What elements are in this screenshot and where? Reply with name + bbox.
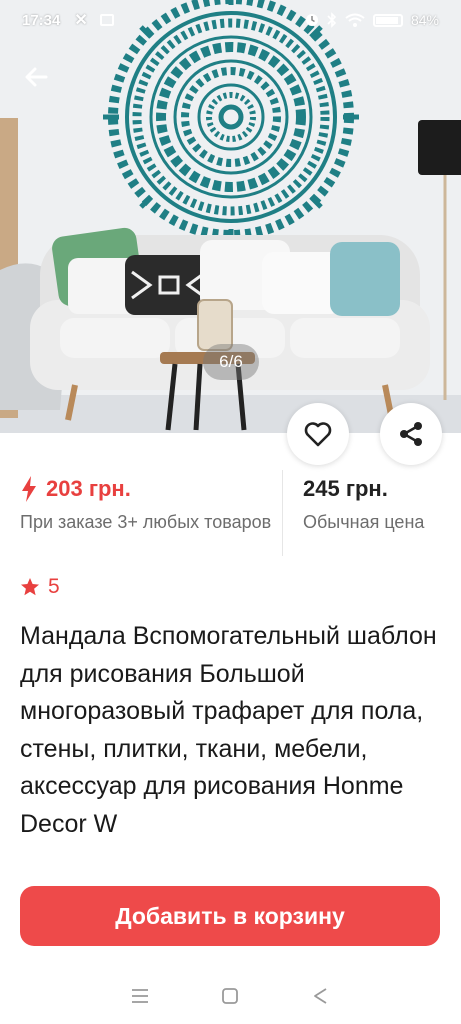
deal-price: 203 грн.: [20, 470, 282, 508]
status-right: 84%: [305, 12, 439, 28]
status-bar: 17:34 ✕ 84%: [0, 0, 461, 40]
product-page: 17:34 ✕ 84% 6/6 203 грн. При заказе 3+ л…: [0, 0, 461, 1024]
back-button[interactable]: [22, 62, 52, 92]
arrow-left-icon: [25, 67, 48, 87]
regular-price-value: 245 грн.: [303, 476, 388, 501]
status-time: 17:34: [22, 11, 61, 29]
regular-price-note: Обычная цена: [303, 512, 425, 532]
share-button[interactable]: [380, 403, 442, 465]
message-notification-icon: [99, 14, 114, 26]
add-to-cart-button[interactable]: Добавить в корзину: [20, 886, 440, 946]
heart-icon: [304, 422, 332, 447]
price-divider: [282, 470, 283, 556]
home-button[interactable]: [215, 981, 245, 1011]
favorite-button[interactable]: [287, 403, 349, 465]
deal-price-note: При заказе 3+ любых товаров: [20, 512, 272, 532]
lightning-icon: [22, 476, 36, 502]
product-title: Мандала Вспомогательный шаблон для рисов…: [20, 622, 437, 838]
star-icon: [21, 578, 39, 596]
rating[interactable]: 5: [20, 575, 60, 599]
regular-price-block: 245 грн. Обычная цена: [303, 470, 424, 535]
system-navigation-bar: [0, 968, 461, 1024]
menu-icon: [132, 989, 149, 1003]
price-section: 203 грн. При заказе 3+ любых товаров 245…: [0, 470, 461, 562]
bluetooth-icon: [327, 12, 337, 28]
rating-value: 5: [48, 575, 60, 598]
back-triangle-icon: [313, 988, 327, 1004]
wifi-icon: [345, 13, 365, 27]
share-icon: [400, 422, 422, 446]
deal-price-value: 203 грн.: [46, 476, 131, 501]
deal-price-block: 203 грн. При заказе 3+ любых товаров: [20, 470, 282, 535]
alarm-icon: [305, 14, 318, 26]
gallery-counter: 6/6: [203, 344, 259, 380]
battery-percent: 84%: [410, 12, 439, 28]
system-back-button[interactable]: [306, 981, 336, 1011]
home-square-icon: [222, 988, 239, 1004]
x-notification-icon: ✕: [74, 12, 88, 29]
battery-icon: [372, 13, 403, 27]
recent-apps-button[interactable]: [125, 981, 155, 1011]
